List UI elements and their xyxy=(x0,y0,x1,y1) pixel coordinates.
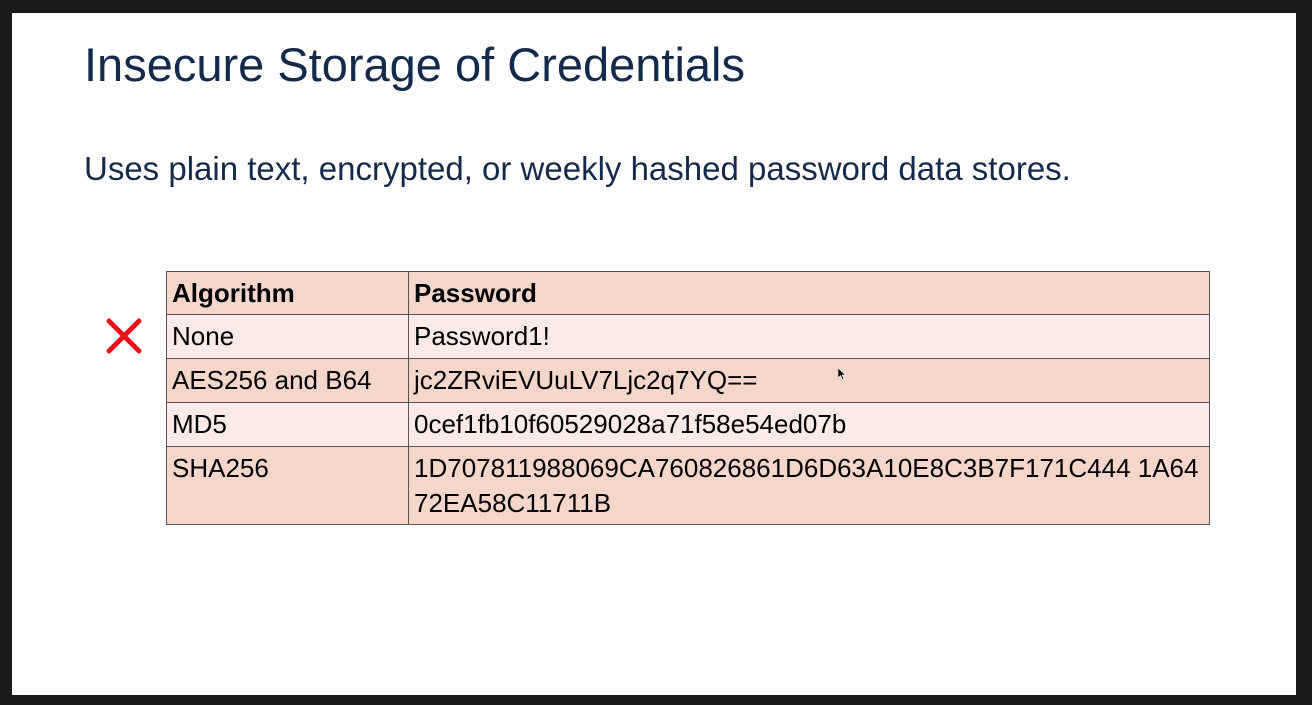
x-mark-icon xyxy=(106,318,142,354)
algorithm-cell: None xyxy=(166,314,409,359)
table-row: MD5 0cef1fb10f60529028a71f58e54ed07b xyxy=(166,402,1210,447)
algorithm-cell: SHA256 xyxy=(166,446,409,525)
table-row: SHA256 1D707811988069CA760826861D6D63A10… xyxy=(166,446,1210,525)
slide-subtitle: Uses plain text, encrypted, or weekly ha… xyxy=(84,150,1071,187)
algorithm-cell: MD5 xyxy=(166,402,409,447)
top-border xyxy=(0,0,1312,13)
mouse-pointer-icon xyxy=(838,368,846,380)
column-header-password: Password xyxy=(408,271,1210,315)
table-row: None Password1! xyxy=(166,314,1210,359)
password-cell: 1D707811988069CA760826861D6D63A10E8C3B7F… xyxy=(408,446,1210,525)
table-row: AES256 and B64 jc2ZRviEVUuLV7Ljc2q7YQ== xyxy=(166,358,1210,403)
password-cell: jc2ZRviEVUuLV7Ljc2q7YQ== xyxy=(408,358,1210,403)
bottom-border xyxy=(0,695,1312,705)
column-header-algorithm: Algorithm xyxy=(166,271,409,315)
table-header-row: Algorithm Password xyxy=(166,271,1210,315)
algorithm-cell: AES256 and B64 xyxy=(166,358,409,403)
password-cell: Password1! xyxy=(408,314,1210,359)
password-cell: 0cef1fb10f60529028a71f58e54ed07b xyxy=(408,402,1210,447)
slide: Insecure Storage of Credentials Uses pla… xyxy=(12,13,1296,695)
password-table: Algorithm Password None Password1! AES25… xyxy=(166,271,1210,525)
slide-title: Insecure Storage of Credentials xyxy=(84,38,745,91)
